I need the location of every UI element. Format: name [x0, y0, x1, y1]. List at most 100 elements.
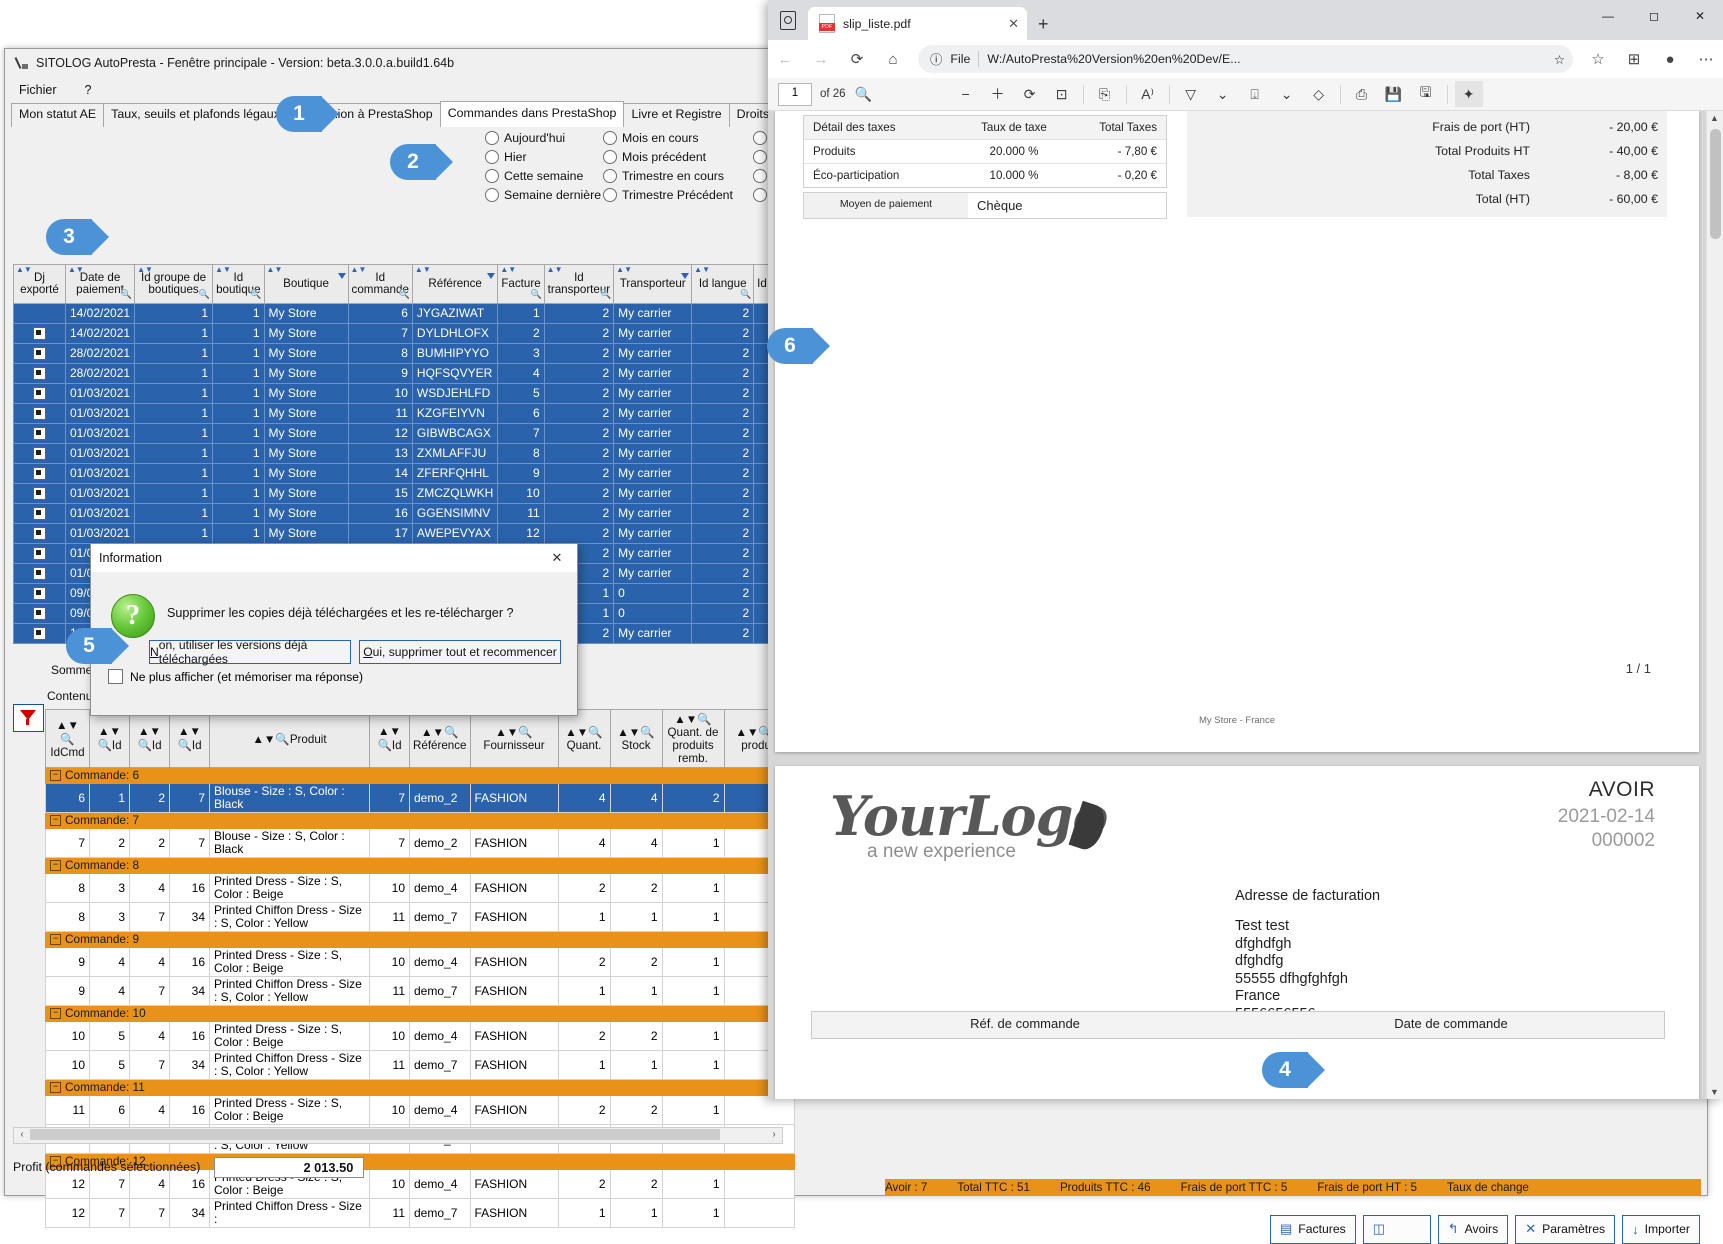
read-aloud-icon[interactable]: A⁾ — [1134, 81, 1162, 107]
maximize-button[interactable]: ◻ — [1631, 0, 1677, 32]
tab-livre-registre[interactable]: Livre et Registre — [623, 103, 730, 127]
scroll-left-arrow[interactable]: ‹ — [15, 1128, 29, 1141]
close-window-button[interactable]: ✕ — [1677, 0, 1723, 32]
page-number-input[interactable]: 1 — [778, 82, 812, 106]
group-header-row[interactable]: − Commande: 11 — [45, 1079, 795, 1096]
collections-icon[interactable]: ⊞ — [1617, 44, 1651, 74]
table-row[interactable]: 14/02/2021 1 1 My Store 7 DYLDHLOFX 2 2 My carri… — [13, 323, 835, 344]
group-header-row[interactable]: − Commande: 6 — [45, 767, 795, 784]
chevron-down-icon[interactable]: ⌄ — [1209, 81, 1237, 107]
column-header-1[interactable]: ▲▼ 🔍 Date de paiement — [64, 264, 136, 304]
export-checkbox[interactable] — [33, 507, 46, 521]
table-row[interactable]: 01/03/2021 1 1 My Store 16 GGENSIMNV 11 2 My car… — [13, 503, 835, 524]
column-header-10[interactable]: ▲▼ 🔍 Id langue — [691, 264, 755, 304]
table-row[interactable]: 11 6 4 16 Printed Dress - Size : S, Color : … — [45, 1095, 795, 1125]
radio-hier[interactable]: Hier — [485, 150, 603, 164]
settings-more-icon[interactable]: ⋯ — [1689, 44, 1723, 74]
column-header2-3[interactable]: ▲▼🔍Id — [169, 709, 210, 768]
highlight-icon[interactable]: ▽ — [1177, 81, 1205, 107]
rotate-icon[interactable]: ⟳ — [1016, 81, 1044, 107]
pdf-vertical-scrollbar[interactable]: ▲ ▼ — [1706, 111, 1723, 1099]
filter-button-2[interactable] — [13, 704, 44, 732]
livre-button[interactable]: ◫ — [1362, 1214, 1431, 1244]
table-row[interactable]: 6 1 2 7 Blouse - Size : S, Color : Black 7 dem… — [45, 783, 795, 813]
group-header-row[interactable]: − Commande: 8 — [45, 857, 795, 874]
pdf-viewport[interactable]: Détail des taxes Taux de taxe Total Taxe… — [768, 111, 1723, 1099]
search-icon[interactable]: 🔍 — [850, 81, 878, 107]
favorites-icon[interactable]: ☆ — [1581, 44, 1615, 74]
tab-taux-seuils[interactable]: Taux, seuils et plafonds légaux — [103, 103, 288, 127]
column-header2-6[interactable]: ▲▼🔍Référence — [409, 709, 471, 768]
export-checkbox[interactable] — [33, 447, 46, 461]
table-row[interactable]: 12 7 7 34 Printed Chiffon Dress - Size :11 de… — [45, 1198, 795, 1228]
radio-trimestre-precedent[interactable]: Trimestre Précédent — [603, 188, 753, 202]
scroll-thumb[interactable] — [30, 1129, 720, 1140]
dialog-no-button[interactable]: Non, utiliser les versions déjà téléchar… — [149, 638, 351, 666]
table-row[interactable]: 10 5 7 34 Printed Chiffon Dress - Size : S, … — [45, 1050, 795, 1080]
table-row[interactable]: 8 3 7 34 Printed Chiffon Dress - Size : S, C… — [45, 902, 795, 932]
export-checkbox[interactable] — [33, 547, 46, 561]
save-icon[interactable]: 💾 — [1380, 81, 1408, 107]
column-header-3[interactable]: ▲▼ 🔍 Id boutique — [212, 264, 265, 304]
tab-commandes-prestashop[interactable]: Commandes dans PrestaShop — [439, 101, 625, 127]
column-header2-2[interactable]: ▲▼🔍Id — [129, 709, 170, 768]
print-icon[interactable]: ⎙ — [1348, 81, 1376, 107]
column-header-4[interactable]: ▲▼ Boutique — [263, 264, 349, 304]
pin-toolbar-icon[interactable]: ✦ — [1454, 81, 1483, 107]
tab-mon-statut-ae[interactable]: Mon statut AE — [11, 103, 105, 127]
minimize-button[interactable]: — — [1585, 0, 1631, 32]
avoirs-button[interactable]: ↰ Avoirs — [1437, 1214, 1509, 1244]
collapse-icon[interactable]: − — [50, 770, 61, 782]
save-as-icon[interactable]: 🖫 — [1412, 81, 1440, 107]
column-header2-4[interactable]: ▲▼🔍Produit — [209, 709, 370, 768]
table-row[interactable]: 01/03/2021 1 1 My Store 14 ZFERFQHHL 9 2 My carr… — [13, 463, 835, 484]
table-row[interactable]: 14/02/2021 1 1 My Store 6 JYGAZIWAT 1 2 My carri… — [13, 303, 835, 324]
radio-cette-semaine[interactable]: Cette semaine — [485, 169, 603, 183]
radio-trimestre-en-cours[interactable]: Trimestre en cours — [603, 169, 753, 183]
grid2-hscrollbar[interactable]: ‹ › — [13, 1127, 783, 1144]
tab-search-icon[interactable] — [768, 0, 808, 40]
collapse-icon[interactable]: − — [50, 815, 61, 827]
collapse-icon[interactable]: − — [50, 860, 61, 872]
collapse-icon[interactable]: − — [50, 934, 61, 946]
draw-icon[interactable]: ⍗ — [1241, 81, 1269, 107]
chevron-down-icon-2[interactable]: ⌄ — [1273, 81, 1301, 107]
export-checkbox[interactable] — [33, 607, 46, 621]
column-header2-5[interactable]: ▲▼🔍Id — [369, 709, 410, 768]
table-row[interactable]: 01/03/2021 1 1 My Store 13 ZXMLAFFJU 8 2 My carr… — [13, 443, 835, 464]
table-row[interactable]: 9 4 7 34 Printed Chiffon Dress - Size : S, C… — [45, 976, 795, 1006]
profile-avatar-icon[interactable]: ● — [1653, 44, 1687, 74]
column-header2-10[interactable]: ▲▼🔍Quant. de produits remb. — [661, 709, 725, 768]
column-header-2[interactable]: ▲▼ 🔍 Id groupe de boutiques — [134, 264, 214, 304]
export-checkbox[interactable] — [33, 487, 46, 501]
scroll-right-arrow[interactable]: › — [767, 1128, 781, 1141]
column-header-5[interactable]: ▲▼ 🔍 Id commande — [347, 264, 413, 304]
table-row[interactable]: 7 2 2 7 Blouse - Size : S, Color : Black 7 dem… — [45, 828, 795, 858]
favorite-star-icon[interactable]: ☆ — [1554, 52, 1565, 67]
radio-mois-precedent[interactable]: Mois précédent — [603, 150, 753, 164]
menu-item-fichier[interactable]: Fichier — [5, 80, 71, 100]
menu-item-help[interactable]: ? — [71, 80, 106, 100]
close-tab-icon[interactable]: ✕ — [1008, 16, 1019, 32]
forward-icon[interactable]: → — [804, 44, 838, 74]
column-header2-7[interactable]: ▲▼🔍Fournisseur — [469, 709, 559, 768]
table-row[interactable]: 9 4 4 16 Printed Dress - Size : S, Color : B… — [45, 947, 795, 977]
column-header-0[interactable]: ▲▼ Dj exporté — [13, 264, 66, 304]
importer-button[interactable]: ↓ Importer — [1622, 1214, 1700, 1244]
parametres-button[interactable]: ✕ Paramètres — [1515, 1214, 1616, 1244]
dialog-yes-button[interactable]: Oui, supprimer tout et recommencer — [359, 640, 561, 664]
new-tab-button[interactable]: + — [1038, 14, 1049, 35]
column-header2-8[interactable]: ▲▼🔍Quant. — [557, 709, 611, 768]
export-checkbox[interactable] — [33, 567, 46, 581]
column-header2-1[interactable]: ▲▼🔍Id — [89, 709, 130, 768]
export-checkbox[interactable] — [33, 527, 46, 541]
info-icon[interactable]: ⓘ — [930, 50, 942, 68]
fit-page-icon[interactable]: ⊡ — [1048, 81, 1076, 107]
table-row[interactable]: 01/03/2021 1 1 My Store 11 KZGFEIYVN 6 2 My carr… — [13, 403, 835, 424]
group-header-row[interactable]: − Commande: 9 — [45, 931, 795, 948]
table-row[interactable]: 01/03/2021 1 1 My Store 15 ZMCZQLWKH 10 2 My car… — [13, 483, 835, 504]
address-bar[interactable]: ⓘ File W:/AutoPresta%20Version%20en%20De… — [918, 45, 1573, 73]
table-row[interactable]: 10 5 4 16 Printed Dress - Size : S, Color : … — [45, 1021, 795, 1051]
back-icon[interactable]: ← — [768, 44, 802, 74]
export-checkbox[interactable] — [33, 347, 46, 361]
